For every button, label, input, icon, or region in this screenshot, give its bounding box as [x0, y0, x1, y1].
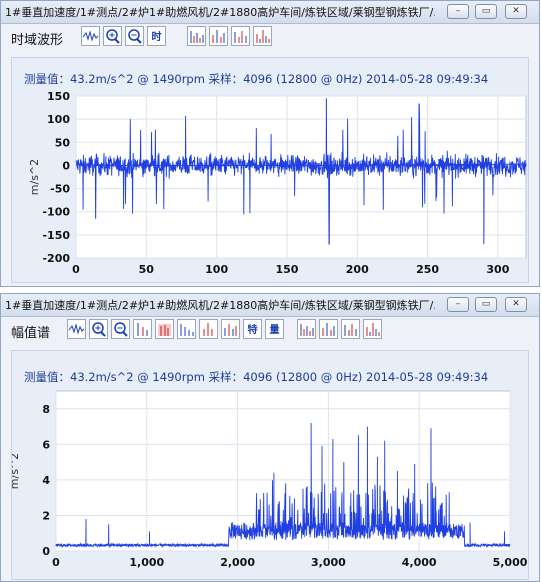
time-button[interactable]: 时 [147, 26, 166, 46]
peak-alt-icon [344, 324, 357, 336]
peak-icon [212, 30, 225, 43]
x-tick-label: 100 [205, 263, 228, 276]
toolbar: 幅值谱 特 量 [1, 317, 539, 345]
x-tick-label: 300 [486, 263, 509, 276]
spectrum-button[interactable] [187, 26, 206, 46]
waveform-view-button[interactable] [67, 319, 86, 339]
x-tick-label: 2,000 [220, 556, 255, 569]
y-tick-label: 6 [42, 438, 50, 451]
x-tick-label: 150 [275, 263, 298, 276]
spectrum-icon [190, 31, 204, 43]
marker-button[interactable] [221, 319, 240, 339]
band-button[interactable] [155, 319, 174, 339]
peak-icon [322, 323, 335, 336]
spectrum-alt-button[interactable] [363, 319, 382, 339]
time-waveform-window: 1#垂直加速度/1#测点/2#炉1#助燃风机/2#1880高炉车间/炼铁区域/莱… [0, 0, 540, 287]
x-tick-label: 5,000 [493, 556, 528, 569]
time-waveform-chart[interactable]: 150100500-50-100-150-2000 50 100 150 200 250 3… [12, 58, 530, 282]
cursor-button[interactable] [133, 319, 152, 339]
spectrum-alt-icon [256, 30, 270, 43]
mode-label: 时域波形 [11, 33, 64, 48]
y-tick-label: 2 [42, 509, 50, 522]
y-tick-label: -50 [50, 183, 70, 196]
x-tick-label: 4,000 [402, 556, 437, 569]
peak-alt-button[interactable] [231, 26, 250, 46]
sideband-button[interactable] [199, 319, 218, 339]
waveform-view-button[interactable] [81, 26, 100, 46]
peak-alt-button[interactable] [341, 319, 360, 339]
spectrum-alt-button[interactable] [253, 26, 272, 46]
close-button[interactable]: ✕ [505, 297, 527, 312]
amplitude-spectrum-window: 1#垂直加速度/1#测点/2#炉1#助燃风机/2#1880高炉车间/炼铁区域/莱… [0, 293, 540, 582]
peak-analysis-button[interactable] [209, 26, 228, 46]
restore-button[interactable]: ▭ [475, 4, 497, 19]
zoom-in-button[interactable] [89, 319, 108, 339]
peak-analysis-button[interactable] [319, 319, 338, 339]
zoom-out-icon [128, 29, 142, 44]
restore-button[interactable]: ▭ [475, 297, 497, 312]
window-title: 1#垂直加速度/1#测点/2#炉1#助燃风机/2#1880高炉车间/炼铁区域/莱… [5, 6, 435, 19]
harmonic-icon [180, 324, 194, 336]
spectrum-alt-icon [366, 323, 380, 336]
waveform-icon [68, 323, 85, 335]
peak-alt-icon [234, 31, 247, 43]
x-tick-label: 0 [72, 263, 80, 276]
x-tick-label: 1,000 [129, 556, 164, 569]
x-tick-label: 50 [139, 263, 155, 276]
y-tick-label: -200 [42, 252, 70, 265]
amount-button[interactable]: 量 [265, 319, 284, 339]
y-tick-label: 4 [42, 474, 50, 487]
y-axis-label: m/s^2 [28, 159, 41, 195]
y-tick-label: 8 [42, 403, 50, 416]
plot-panel: 测量值：43.2m/s^2 @ 1490rpm 采样：4096 (12800 @… [11, 350, 529, 580]
feature-button-label: 特 [247, 325, 258, 336]
minimize-button[interactable]: – [447, 297, 469, 312]
y-tick-label: -100 [42, 206, 70, 219]
marker-icon [224, 324, 237, 336]
y-tick-label: 150 [47, 90, 70, 103]
y-tick-label: 0 [42, 545, 50, 558]
x-tick-label: 3,000 [311, 556, 346, 569]
close-button[interactable]: ✕ [505, 4, 527, 19]
plot-panel: 测量值：43.2m/s^2 @ 1490rpm 采样：4096 (12800 @… [11, 57, 529, 283]
toolbar: 时域波形 时 [1, 24, 539, 52]
y-axis-label: m/s^2 [12, 453, 21, 489]
window-title: 1#垂直加速度/1#测点/2#炉1#助燃风机/2#1880高炉车间/炼铁区域/莱… [5, 299, 435, 312]
title-bar[interactable]: 1#垂直加速度/1#测点/2#炉1#助燃风机/2#1880高炉车间/炼铁区域/莱… [1, 1, 539, 24]
spectrum-icon [300, 324, 314, 336]
y-tick-label: -150 [42, 229, 70, 242]
zoom-in-button[interactable] [103, 26, 122, 46]
zoom-in-icon [92, 322, 106, 337]
mode-label: 幅值谱 [11, 326, 51, 341]
amount-button-label: 量 [269, 325, 280, 336]
cursor-icon [137, 323, 148, 336]
feature-button[interactable]: 特 [243, 319, 262, 339]
waveform-icon [82, 30, 99, 42]
y-tick-label: 0 [62, 159, 70, 172]
zoom-out-button[interactable] [111, 319, 130, 339]
zoom-out-button[interactable] [125, 26, 144, 46]
zoom-in-icon [106, 29, 120, 44]
minimize-button[interactable]: – [447, 4, 469, 19]
y-tick-label: 100 [47, 113, 70, 126]
title-bar[interactable]: 1#垂直加速度/1#测点/2#炉1#助燃风机/2#1880高炉车间/炼铁区域/莱… [1, 294, 539, 317]
x-tick-label: 250 [416, 263, 439, 276]
harmonic-button[interactable] [177, 319, 196, 339]
zoom-out-icon [114, 322, 128, 337]
x-tick-label: 200 [346, 263, 369, 276]
x-tick-label: 0 [52, 556, 60, 569]
band-icon [158, 324, 171, 336]
time-button-label: 时 [151, 32, 162, 43]
sideband-icon [203, 323, 213, 336]
y-tick-label: 50 [55, 136, 71, 149]
spectrum-button[interactable] [297, 319, 316, 339]
amplitude-spectrum-chart[interactable]: 8 6 4 2 00 1,000 2,000 3,000 4,000 5,000 m/s^2 [12, 351, 530, 579]
